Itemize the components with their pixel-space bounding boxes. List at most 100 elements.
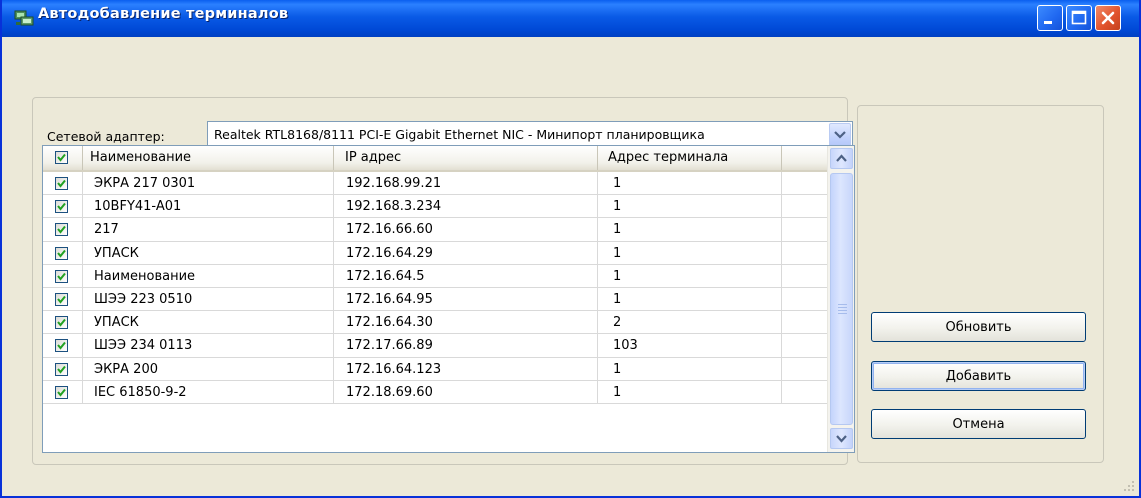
table-row[interactable]: ЭКРА 217 0301 192.168.99.21 1 bbox=[43, 172, 827, 196]
header-ip[interactable]: IP адрес bbox=[334, 146, 598, 170]
add-button[interactable]: Добавить bbox=[871, 361, 1086, 391]
cell-name: ЭКРА 217 0301 bbox=[83, 172, 334, 195]
cell-name: УПАСК bbox=[83, 241, 334, 265]
table-row[interactable]: IEC 61850-9-2 172.18.69.60 1 bbox=[43, 380, 827, 404]
cell-name: Наименование bbox=[83, 264, 334, 288]
cell-terminal-address: 1 bbox=[598, 195, 782, 219]
row-checkbox[interactable] bbox=[55, 293, 68, 306]
cell-terminal-address: 1 bbox=[598, 241, 782, 265]
thumb-grip bbox=[838, 310, 847, 311]
table-row[interactable]: УПАСК 172.16.64.30 2 bbox=[43, 311, 827, 335]
thumb-grip bbox=[838, 304, 847, 305]
cell-terminal-address: 2 bbox=[598, 311, 782, 335]
cell-ip: 172.16.64.29 bbox=[334, 241, 598, 265]
cell-ip: 172.16.64.123 bbox=[334, 357, 598, 381]
check-icon bbox=[57, 365, 66, 374]
cell-ip: 172.16.64.30 bbox=[334, 311, 598, 335]
cell-terminal-address: 1 bbox=[598, 357, 782, 381]
row-checkbox[interactable] bbox=[55, 385, 68, 399]
scroll-up-button[interactable] bbox=[830, 148, 853, 169]
table-row[interactable]: УПАСК 172.16.64.29 1 bbox=[43, 241, 827, 265]
scroll-down-button[interactable] bbox=[830, 428, 853, 449]
cell-filler bbox=[782, 358, 827, 381]
cell-filler bbox=[782, 265, 827, 288]
cell-name: ЭКРА 200 bbox=[83, 357, 334, 381]
adapter-select-value: Realtek RTL8168/8111 PCI-E Gigabit Ether… bbox=[214, 127, 705, 142]
row-checkbox[interactable] bbox=[55, 269, 68, 283]
row-checkbox[interactable] bbox=[55, 246, 68, 260]
close-icon bbox=[1101, 11, 1115, 25]
cell-ip: 192.168.3.234 bbox=[334, 195, 598, 219]
cell-ip: 172.16.64.5 bbox=[334, 264, 598, 288]
cell-filler bbox=[782, 334, 827, 357]
header-filler bbox=[782, 146, 827, 170]
cell-terminal-address: 1 bbox=[598, 218, 782, 242]
cell-filler bbox=[782, 218, 827, 241]
title-bar[interactable]: Автодобавление терминалов bbox=[2, 0, 1139, 37]
table-row[interactable]: ШЭЭ 234 0113 172.17.66.89 103 bbox=[43, 334, 827, 358]
cell-name: IEC 61850-9-2 bbox=[83, 380, 334, 404]
cell-name: ШЭЭ 234 0113 bbox=[83, 334, 334, 358]
terminals-table: Наименование IP адрес Адрес терминала ЭК… bbox=[42, 145, 855, 453]
cell-terminal-address: 103 bbox=[598, 334, 782, 358]
cell-name: 217 bbox=[83, 218, 334, 242]
check-icon bbox=[57, 179, 66, 188]
row-checkbox[interactable] bbox=[55, 200, 68, 214]
window-title: Автодобавление терминалов bbox=[38, 6, 289, 22]
table-row[interactable]: 217 172.16.66.60 1 bbox=[43, 218, 827, 242]
maximize-button[interactable] bbox=[1066, 5, 1092, 31]
row-checkbox[interactable] bbox=[55, 339, 68, 353]
adapter-dropdown-button[interactable] bbox=[829, 123, 851, 147]
close-button[interactable] bbox=[1095, 5, 1121, 31]
header-name[interactable]: Наименование bbox=[83, 146, 334, 170]
header-terminal-address[interactable]: Адрес терминала bbox=[598, 146, 782, 170]
cell-filler bbox=[782, 381, 827, 404]
cell-ip: 172.16.64.95 bbox=[334, 288, 598, 311]
resize-grip-icon[interactable] bbox=[1123, 480, 1135, 492]
cell-terminal-address: 1 bbox=[598, 264, 782, 288]
row-checkbox[interactable] bbox=[55, 362, 68, 376]
cell-name: 10BFY41-A01 bbox=[83, 195, 334, 219]
table-row[interactable]: ШЭЭ 223 0510 172.16.64.95 1 bbox=[43, 288, 827, 312]
row-checkbox[interactable] bbox=[55, 223, 68, 237]
thumb-grip bbox=[838, 313, 847, 314]
header-checkbox-col bbox=[43, 146, 83, 170]
cell-ip: 172.16.66.60 bbox=[334, 218, 598, 242]
cell-filler bbox=[782, 195, 827, 218]
refresh-button[interactable]: Обновить bbox=[871, 312, 1086, 342]
check-icon bbox=[57, 388, 66, 397]
network-terminal-icon bbox=[14, 10, 34, 26]
check-icon bbox=[57, 203, 66, 211]
cell-ip: 172.17.66.89 bbox=[334, 334, 598, 358]
check-icon bbox=[57, 249, 66, 258]
adapter-label: Сетевой адаптер: bbox=[47, 129, 165, 144]
minimize-button[interactable] bbox=[1037, 5, 1063, 31]
autoadd-terminals-window: Автодобавление терминалов Сетевой адапте… bbox=[0, 0, 1141, 498]
scroll-thumb[interactable] bbox=[830, 173, 853, 425]
table-header: Наименование IP адрес Адрес терминала bbox=[43, 146, 827, 172]
table-row[interactable]: 10BFY41-A01 192.168.3.234 1 bbox=[43, 195, 827, 219]
table-row[interactable]: Наименование 172.16.64.5 1 bbox=[43, 264, 827, 288]
cell-terminal-address: 1 bbox=[598, 288, 782, 311]
cell-name: УПАСК bbox=[83, 311, 334, 335]
check-icon bbox=[57, 319, 66, 327]
chevron-down-icon bbox=[834, 131, 846, 139]
chevron-down-icon bbox=[836, 435, 847, 443]
cell-filler bbox=[782, 288, 827, 311]
cell-terminal-address: 1 bbox=[598, 380, 782, 404]
thumb-grip bbox=[838, 307, 847, 308]
check-icon bbox=[57, 295, 66, 304]
cell-filler bbox=[782, 172, 827, 195]
cell-ip: 192.168.99.21 bbox=[334, 172, 598, 195]
cell-filler bbox=[782, 242, 827, 265]
row-checkbox[interactable] bbox=[55, 177, 68, 190]
cell-filler bbox=[782, 311, 827, 334]
table-row[interactable]: ЭКРА 200 172.16.64.123 1 bbox=[43, 357, 827, 381]
row-checkbox[interactable] bbox=[55, 316, 68, 330]
cell-terminal-address: 1 bbox=[598, 172, 782, 195]
cell-name: ШЭЭ 223 0510 bbox=[83, 288, 334, 311]
cancel-button[interactable]: Отмена bbox=[871, 409, 1086, 439]
cell-ip: 172.18.69.60 bbox=[334, 380, 598, 404]
table-scrollbar[interactable] bbox=[827, 146, 854, 452]
check-icon bbox=[57, 272, 66, 281]
